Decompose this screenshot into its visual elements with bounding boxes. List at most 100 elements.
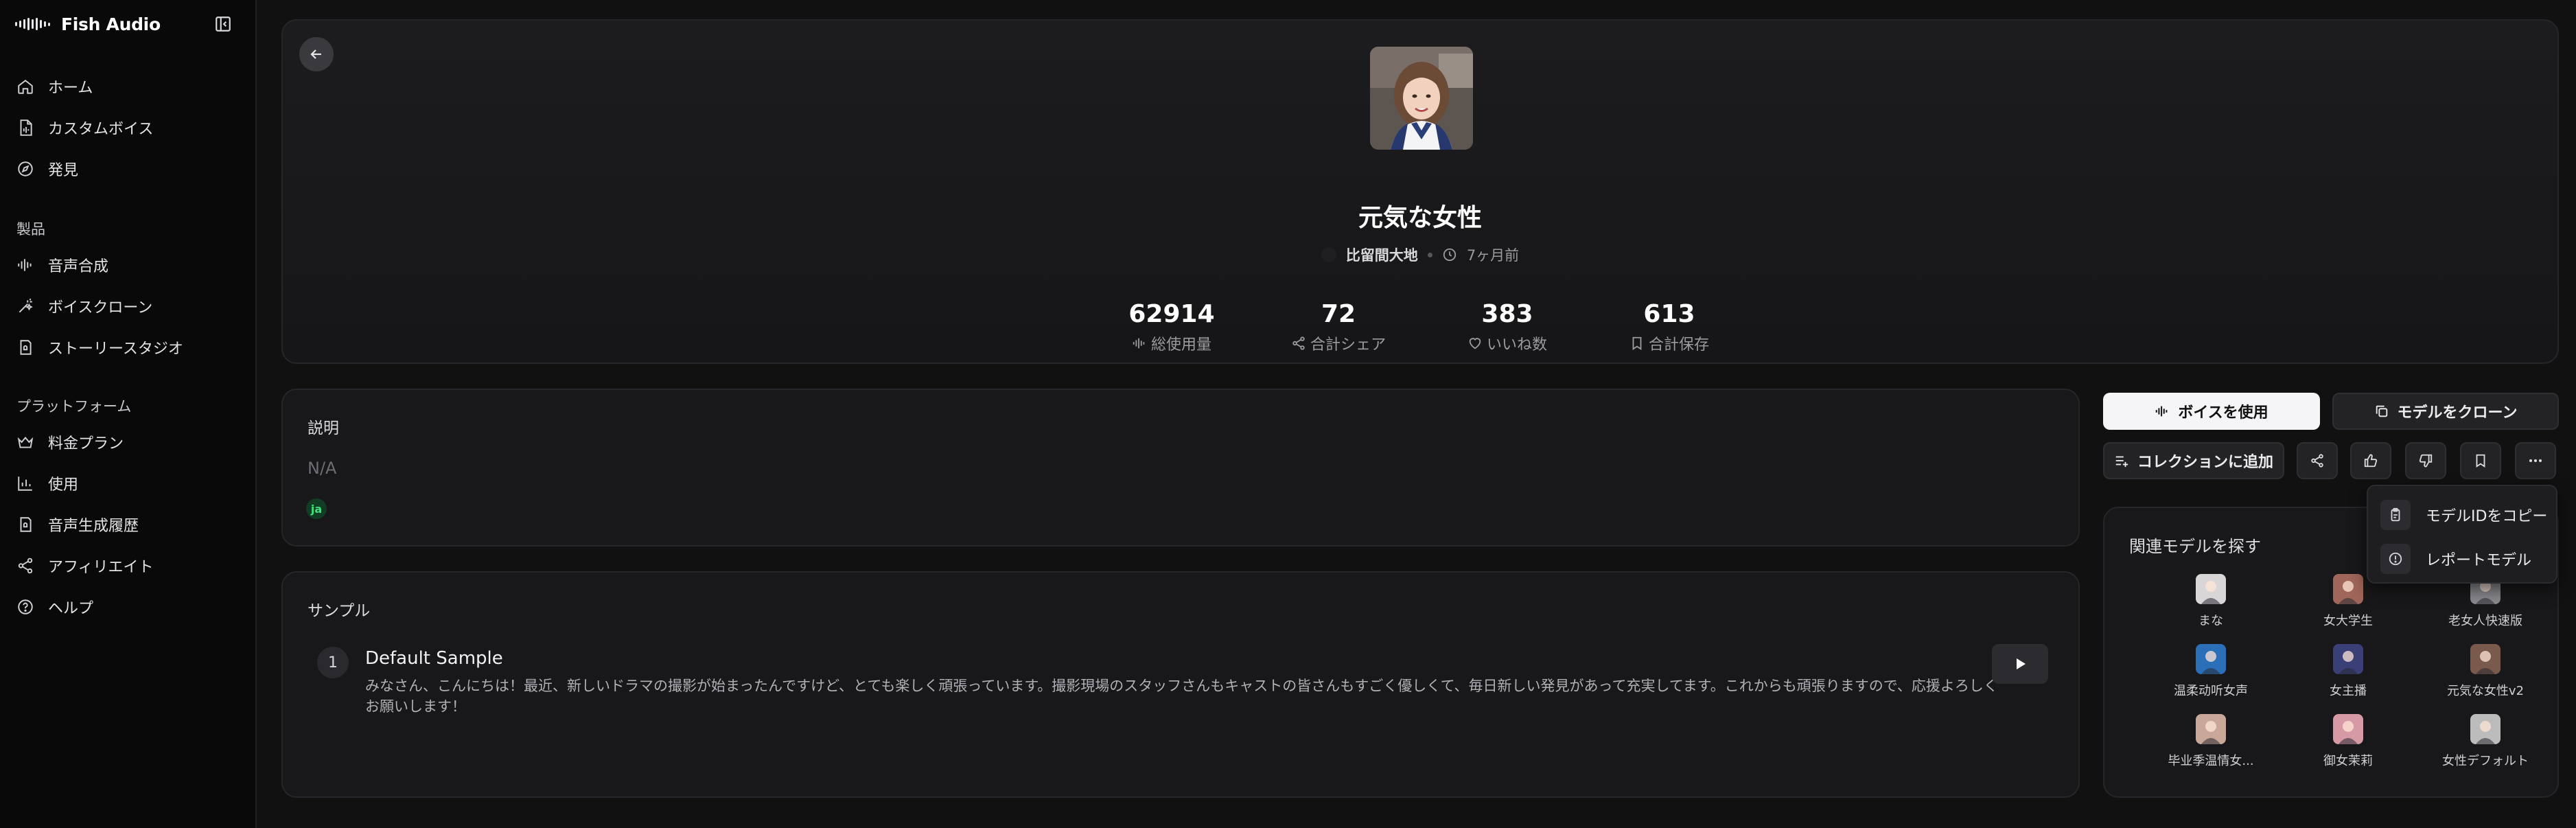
share-button[interactable] bbox=[2297, 442, 2338, 479]
separator-dot bbox=[1427, 252, 1432, 257]
sidebar-item-label: 音声生成履歴 bbox=[48, 518, 139, 535]
play-button[interactable] bbox=[1992, 644, 2048, 684]
brand[interactable]: Fish Audio bbox=[15, 14, 161, 34]
stat-label-row: 合計シェア bbox=[1256, 332, 1421, 354]
related-model-item[interactable]: まな bbox=[2135, 574, 2286, 629]
description-card: 説明 N/A bbox=[281, 389, 2080, 547]
stat-value: 613 bbox=[1643, 300, 1695, 328]
magic-wand-icon bbox=[19, 298, 33, 313]
sidebar-item-home[interactable]: ホーム bbox=[7, 70, 247, 103]
add-to-collection-button[interactable]: コレクションに追加 bbox=[2103, 442, 2284, 479]
sidebar-collapse-button[interactable] bbox=[213, 14, 233, 34]
related-model-thumbnail bbox=[2196, 574, 2226, 604]
samples-card: サンプル 1 Default Sample みなさん、こんにちは！最近、新しいド… bbox=[281, 571, 2080, 798]
home-icon bbox=[18, 80, 33, 94]
related-model-item[interactable]: 御女茉莉 bbox=[2273, 714, 2424, 769]
stat-label: いいね数 bbox=[1486, 336, 1547, 354]
bar-chart-icon bbox=[18, 476, 32, 491]
author-avatar[interactable] bbox=[1321, 247, 1336, 262]
history-icon bbox=[20, 517, 32, 532]
clone-model-label: モデルをクローン bbox=[2397, 404, 2518, 422]
sidebar-item-pricing[interactable]: 料金プラン bbox=[7, 426, 247, 459]
related-model-name: 女大学生 bbox=[2323, 614, 2373, 628]
related-title: 関連モデルを探す bbox=[2129, 537, 2261, 556]
related-model-name: 女性デフォルト bbox=[2442, 754, 2529, 768]
sidebar-item-usage[interactable]: 使用 bbox=[7, 467, 247, 500]
share-icon bbox=[2311, 454, 2323, 468]
app-name: Fish Audio bbox=[61, 14, 161, 34]
related-model-item[interactable]: 元気な女性v2 bbox=[2410, 644, 2561, 699]
sidebar-item-label: アフィリエイト bbox=[48, 559, 154, 576]
bookmark-button[interactable] bbox=[2460, 442, 2501, 479]
sidebar: Fish Audio ホーム カスタムボイス 発見 製品 音声合成 ボイスクロー… bbox=[0, 0, 257, 828]
arrow-left-icon bbox=[310, 49, 321, 59]
related-model-name: まな bbox=[2198, 614, 2223, 628]
menu-item-report-model[interactable]: レポートモデル bbox=[2376, 540, 2551, 578]
author-name[interactable]: 比留間大地 bbox=[1346, 244, 1418, 265]
related-model-name: 元気な女性v2 bbox=[2446, 684, 2525, 698]
stat-label: 合計保存 bbox=[1648, 336, 1709, 354]
related-model-thumbnail bbox=[2470, 714, 2500, 744]
description-title: 説明 bbox=[308, 419, 339, 437]
like-button[interactable] bbox=[2350, 442, 2391, 479]
compass-icon bbox=[18, 161, 33, 176]
more-button[interactable] bbox=[2515, 442, 2556, 479]
stat-label-row: 合計保存 bbox=[1587, 332, 1752, 354]
sidebar-item-custom-voice[interactable]: カスタムボイス bbox=[7, 111, 247, 144]
sidebar-item-discover[interactable]: 発見 bbox=[7, 152, 247, 185]
sidebar-item-history[interactable]: 音声生成履歴 bbox=[7, 508, 247, 541]
related-model-name: 老女人快速版 bbox=[2448, 614, 2522, 628]
section-label-products: 製品 bbox=[16, 221, 45, 238]
dd-icon-wrap bbox=[2380, 544, 2411, 574]
stat-total-saves: 613 合計保存 bbox=[1587, 301, 1752, 354]
use-voice-button[interactable]: ボイスを使用 bbox=[2103, 393, 2320, 430]
dislike-button[interactable] bbox=[2405, 442, 2446, 479]
clock-icon bbox=[1443, 248, 1456, 262]
more-horizontal-icon bbox=[2529, 459, 2542, 462]
model-title: 元気な女性 bbox=[1358, 204, 1482, 232]
related-model-name: 女主播 bbox=[2330, 684, 2367, 698]
related-model-item[interactable]: 温柔动听女声 bbox=[2135, 644, 2286, 699]
sidebar-item-label: 音声合成 bbox=[48, 258, 109, 275]
language-badge: ja bbox=[306, 498, 327, 519]
sidebar-toggle-icon bbox=[216, 16, 231, 32]
use-voice-label: ボイスを使用 bbox=[2178, 404, 2268, 422]
related-model-item[interactable]: 女性デフォルト bbox=[2410, 714, 2561, 769]
alert-circle-icon bbox=[2389, 552, 2402, 566]
play-icon bbox=[2017, 658, 2026, 669]
related-model-item[interactable]: 女主播 bbox=[2273, 644, 2424, 699]
stat-value: 383 bbox=[1481, 300, 1533, 328]
waveform-icon bbox=[18, 259, 32, 271]
related-model-thumbnail bbox=[2196, 714, 2226, 744]
copy-icon bbox=[2376, 405, 2387, 417]
stat-label-row: 総使用量 bbox=[1089, 332, 1254, 354]
help-icon bbox=[18, 599, 33, 614]
sample-number: 1 bbox=[317, 647, 349, 678]
menu-item-copy-model-id[interactable]: モデルIDをコピー bbox=[2376, 496, 2551, 534]
related-model-item[interactable]: 毕业季温情女... bbox=[2135, 714, 2286, 769]
book-icon bbox=[20, 340, 32, 355]
sidebar-item-label: 発見 bbox=[48, 162, 79, 179]
sample-text: みなさん、こんにちは！最近、新しいドラマの撮影が始まったんですけど、とても楽しく… bbox=[365, 678, 1998, 715]
stat-label-row: いいね数 bbox=[1425, 332, 1590, 354]
thumbs-up-icon bbox=[2364, 454, 2378, 468]
back-button[interactable] bbox=[299, 37, 334, 71]
menu-item-label: モデルIDをコピー bbox=[2426, 508, 2548, 525]
sidebar-item-voice-clone[interactable]: ボイスクローン bbox=[7, 290, 247, 323]
waveform-icon bbox=[2156, 406, 2168, 417]
stat-total-usage: 62914 総使用量 bbox=[1089, 301, 1254, 354]
dd-icon-wrap bbox=[2380, 500, 2411, 530]
add-to-collection-label: コレクションに追加 bbox=[2137, 454, 2273, 471]
sidebar-item-label: カスタムボイス bbox=[48, 121, 154, 138]
waveform-icon bbox=[1133, 338, 1145, 349]
related-model-thumbnail bbox=[2470, 644, 2500, 674]
sidebar-item-help[interactable]: ヘルプ bbox=[7, 590, 247, 623]
model-meta: 比留間大地 7ヶ月前 bbox=[283, 244, 2557, 265]
sidebar-item-story-studio[interactable]: ストーリースタジオ bbox=[7, 331, 247, 364]
sidebar-item-affiliate[interactable]: アフィリエイト bbox=[7, 549, 247, 582]
clone-model-button[interactable]: モデルをクローン bbox=[2332, 393, 2559, 430]
sidebar-item-label: ストーリースタジオ bbox=[48, 341, 183, 358]
sidebar-item-tts[interactable]: 音声合成 bbox=[7, 249, 247, 281]
more-options-menu: モデルIDをコピー レポートモデル bbox=[2367, 485, 2557, 584]
heart-icon bbox=[1469, 338, 1481, 349]
